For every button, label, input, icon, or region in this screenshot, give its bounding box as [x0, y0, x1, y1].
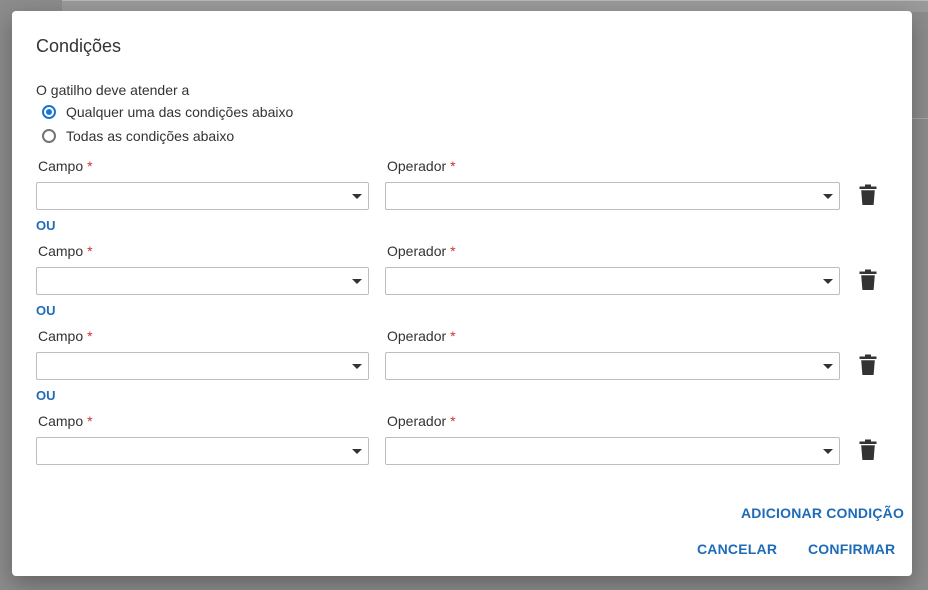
- trash-icon[interactable]: [858, 184, 878, 206]
- trash-icon[interactable]: [858, 439, 878, 461]
- chevron-down-icon: [352, 449, 362, 454]
- condition-row: Campo * Operador *: [36, 413, 906, 483]
- required-mark: *: [87, 328, 93, 344]
- operador-select[interactable]: [385, 352, 840, 380]
- dialog-title: Condições: [36, 36, 122, 56]
- or-separator: OU: [36, 303, 56, 318]
- trash-icon[interactable]: [858, 354, 878, 376]
- radio-all-conditions[interactable]: Todas as condições abaixo: [42, 126, 234, 146]
- campo-label-text: Campo: [38, 328, 84, 344]
- required-mark: *: [87, 243, 93, 259]
- campo-label-text: Campo: [38, 158, 84, 174]
- campo-label-text: Campo: [38, 413, 84, 429]
- background-divider-right: [912, 118, 928, 119]
- or-separator: OU: [36, 388, 56, 403]
- radio-button-checked[interactable]: [42, 105, 56, 119]
- add-condition-button[interactable]: ADICIONAR CONDIÇÃO: [741, 505, 904, 521]
- chevron-down-icon: [352, 279, 362, 284]
- campo-select[interactable]: [36, 267, 369, 295]
- operador-label: Operador *: [387, 328, 456, 344]
- condition-row: Campo * Operador *: [36, 158, 906, 228]
- operador-label-text: Operador: [387, 413, 447, 429]
- required-mark: *: [450, 243, 456, 259]
- campo-select[interactable]: [36, 437, 369, 465]
- operador-select[interactable]: [385, 437, 840, 465]
- conditions-dialog: Condições O gatilho deve atender a Qualq…: [12, 11, 912, 576]
- confirm-button[interactable]: CONFIRMAR: [808, 541, 895, 557]
- chevron-down-icon: [352, 194, 362, 199]
- trash-icon[interactable]: [858, 269, 878, 291]
- radio-button-unchecked[interactable]: [42, 129, 56, 143]
- condition-row: Campo * Operador *: [36, 243, 906, 313]
- operador-select[interactable]: [385, 182, 840, 210]
- chevron-down-icon: [823, 279, 833, 284]
- radio-all-label: Todas as condições abaixo: [66, 128, 235, 144]
- cancel-button[interactable]: CANCELAR: [697, 541, 777, 557]
- radio-any-condition[interactable]: Qualquer uma das condições abaixo: [42, 102, 293, 122]
- chevron-down-icon: [823, 194, 833, 199]
- required-mark: *: [87, 413, 93, 429]
- trigger-label: O gatilho deve atender a: [36, 82, 190, 98]
- required-mark: *: [450, 158, 456, 174]
- operador-label-text: Operador: [387, 158, 447, 174]
- operador-select[interactable]: [385, 267, 840, 295]
- campo-label: Campo *: [38, 328, 93, 344]
- campo-label: Campo *: [38, 413, 93, 429]
- required-mark: *: [450, 413, 456, 429]
- radio-any-label: Qualquer uma das condições abaixo: [66, 104, 294, 120]
- chevron-down-icon: [352, 364, 362, 369]
- operador-label: Operador *: [387, 413, 456, 429]
- chevron-down-icon: [823, 449, 833, 454]
- or-separator: OU: [36, 218, 56, 233]
- campo-label-text: Campo: [38, 243, 84, 259]
- campo-select[interactable]: [36, 352, 369, 380]
- required-mark: *: [450, 328, 456, 344]
- background-divider: [62, 0, 928, 1]
- campo-select[interactable]: [36, 182, 369, 210]
- condition-row: Campo * Operador *: [36, 328, 906, 398]
- campo-label: Campo *: [38, 158, 93, 174]
- chevron-down-icon: [823, 364, 833, 369]
- operador-label-text: Operador: [387, 243, 447, 259]
- operador-label-text: Operador: [387, 328, 447, 344]
- required-mark: *: [87, 158, 93, 174]
- operador-label: Operador *: [387, 243, 456, 259]
- operador-label: Operador *: [387, 158, 456, 174]
- campo-label: Campo *: [38, 243, 93, 259]
